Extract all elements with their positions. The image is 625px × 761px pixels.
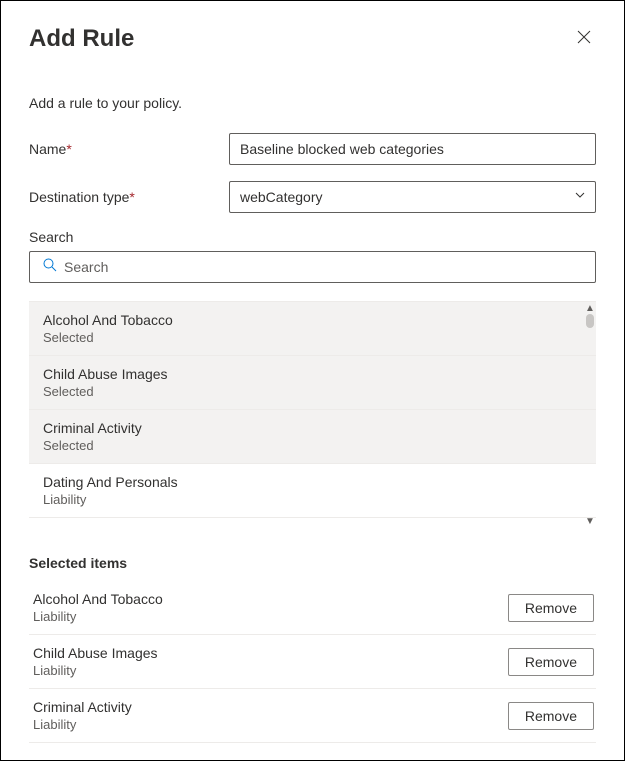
selected-item-category: Liability bbox=[33, 717, 132, 732]
scroll-down-arrow-icon[interactable]: ▼ bbox=[585, 517, 595, 527]
remove-button[interactable]: Remove bbox=[508, 702, 594, 730]
result-row[interactable]: Alcohol And Tobacco Selected bbox=[29, 302, 596, 356]
result-name: Alcohol And Tobacco bbox=[43, 312, 582, 328]
selected-item-category: Liability bbox=[33, 609, 163, 624]
results-list: Alcohol And TobaccoSelectedChild Abuse I… bbox=[29, 301, 596, 529]
search-input-container[interactable] bbox=[29, 251, 596, 283]
scrollbar-thumb[interactable] bbox=[586, 314, 594, 328]
search-input[interactable] bbox=[64, 259, 589, 275]
name-label: Name* bbox=[29, 141, 229, 157]
result-status: Liability bbox=[43, 492, 582, 507]
page-title: Add Rule bbox=[29, 25, 134, 53]
remove-button[interactable]: Remove bbox=[508, 648, 594, 676]
selected-item-name: Alcohol And Tobacco bbox=[33, 591, 163, 607]
selected-item-row: Criminal Activity Liability Remove bbox=[29, 689, 596, 743]
result-status: Selected bbox=[43, 438, 582, 453]
result-status: Selected bbox=[43, 384, 582, 399]
selected-items-heading: Selected items bbox=[29, 555, 596, 571]
selected-item-row: Child Abuse Images Liability Remove bbox=[29, 635, 596, 689]
selected-items-list: Alcohol And TobaccoLiabilityRemoveChild … bbox=[29, 581, 596, 743]
result-row[interactable]: Criminal Activity Selected bbox=[29, 410, 596, 464]
destination-type-label: Destination type* bbox=[29, 189, 229, 205]
close-icon bbox=[576, 33, 592, 48]
result-name: Dating And Personals bbox=[43, 474, 582, 490]
remove-button[interactable]: Remove bbox=[508, 594, 594, 622]
scrollbar[interactable]: ▲ ▼ bbox=[584, 302, 596, 529]
search-label: Search bbox=[29, 229, 596, 245]
result-row[interactable]: Dating And Personals Liability bbox=[29, 464, 596, 518]
subtitle: Add a rule to your policy. bbox=[29, 95, 596, 111]
selected-item-category: Liability bbox=[33, 663, 158, 678]
name-input[interactable] bbox=[229, 133, 596, 165]
selected-item-name: Criminal Activity bbox=[33, 699, 132, 715]
close-button[interactable] bbox=[572, 25, 596, 52]
scroll-up-arrow-icon[interactable]: ▲ bbox=[585, 304, 595, 314]
result-name: Criminal Activity bbox=[43, 420, 582, 436]
destination-type-select[interactable]: webCategory bbox=[229, 181, 596, 213]
result-row[interactable]: Child Abuse Images Selected bbox=[29, 356, 596, 410]
result-name: Child Abuse Images bbox=[43, 366, 582, 382]
search-icon bbox=[42, 257, 58, 278]
selected-item-row: Alcohol And Tobacco Liability Remove bbox=[29, 581, 596, 635]
selected-item-name: Child Abuse Images bbox=[33, 645, 158, 661]
result-status: Selected bbox=[43, 330, 582, 345]
